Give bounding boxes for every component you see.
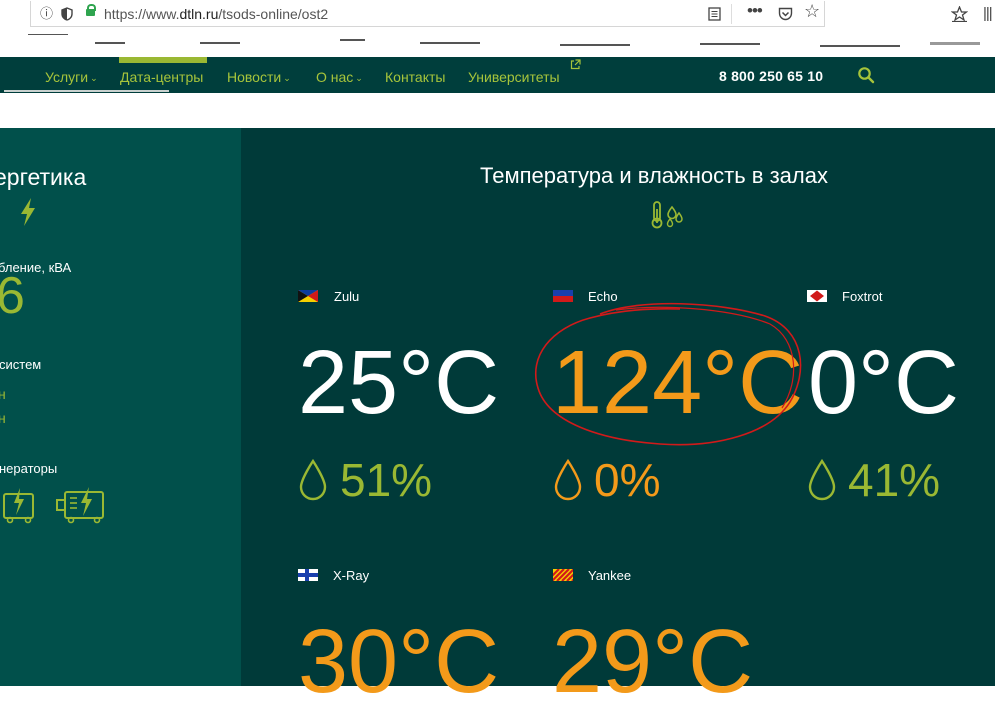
hall-name-zulu: Zulu <box>334 289 360 304</box>
lightning-icon <box>21 198 35 226</box>
hall-name-foxtrot: Foxtrot <box>842 289 883 304</box>
bookmarks-strip <box>0 30 995 57</box>
thermometer-humidity-icon <box>651 201 683 229</box>
hall-name-xray: X-Ray <box>333 568 370 583</box>
consumption-value: 6 <box>0 267 25 325</box>
humidity-zulu: 51% <box>340 454 433 506</box>
info-icon[interactable]: ⓘ <box>40 6 53 22</box>
zulu-flag-icon <box>298 290 318 302</box>
lock-icon <box>86 4 96 16</box>
search-icon[interactable] <box>857 66 875 84</box>
hall-name-echo: Echo <box>588 289 618 304</box>
humidity-drop-icon <box>554 458 582 501</box>
nav-uslugi[interactable]: Услуги ⌄ <box>45 69 98 85</box>
temperature-yankee: 29°C <box>552 612 754 712</box>
humidity-drop-icon <box>299 458 327 501</box>
temperature-foxtrot: 0°C <box>808 333 960 433</box>
chevron-down-icon: ⌄ <box>283 73 291 83</box>
browser-toolbar: ⓘ https://www.dtln.ru/tsods-online/ost2 … <box>0 0 995 30</box>
more-icon[interactable]: ••• <box>747 2 763 19</box>
xray-flag-icon <box>298 569 318 581</box>
nav-about[interactable]: О нас ⌄ <box>316 69 363 85</box>
pocket-icon[interactable] <box>778 7 793 21</box>
temperature-xray: 30°C <box>298 612 500 712</box>
active-nav-indicator <box>119 57 207 63</box>
system-status-1: н <box>0 386 6 402</box>
power-panel-title: ергетика <box>0 164 87 190</box>
echo-flag-icon <box>553 290 573 302</box>
temperature-zulu: 25°C <box>298 333 500 433</box>
page-gap <box>0 90 995 128</box>
yankee-flag-icon <box>553 569 573 581</box>
reader-view-icon[interactable] <box>708 7 721 21</box>
shield-icon[interactable] <box>61 7 73 21</box>
foxtrot-flag-icon <box>807 290 827 302</box>
url-text[interactable]: https://www.dtln.ru/tsods-online/ost2 <box>104 6 328 22</box>
library-icon[interactable] <box>951 6 968 22</box>
chevron-down-icon: ⌄ <box>355 73 363 83</box>
phone-number[interactable]: 8 800 250 65 10 <box>719 68 823 84</box>
temperature-echo: 124°C <box>552 333 804 433</box>
address-bar[interactable]: ⓘ https://www.dtln.ru/tsods-online/ost2 … <box>30 1 825 27</box>
system-status-2: н <box>0 410 6 426</box>
generators-label: нераторы <box>0 461 58 476</box>
humidity-drop-icon <box>808 458 836 501</box>
bookmark-star-icon[interactable]: ☆ <box>804 2 820 20</box>
climate-panel-title: Температура и влажность в залах <box>480 163 828 188</box>
sidebar-icon[interactable]: ||| <box>983 5 993 22</box>
humidity-foxtrot: 41% <box>848 454 941 506</box>
nav-contacts[interactable]: Контакты <box>385 69 445 85</box>
nav-universities[interactable]: Университеты <box>468 69 560 85</box>
nav-news[interactable]: Новости ⌄ <box>227 69 291 85</box>
nav-data-centers[interactable]: Дата-центры <box>120 69 203 85</box>
chevron-down-icon: ⌄ <box>90 73 98 83</box>
external-link-icon <box>570 59 581 70</box>
generator-icon <box>56 487 104 524</box>
generator-icon <box>3 488 34 524</box>
humidity-echo: 0% <box>594 454 661 506</box>
hall-name-yankee: Yankee <box>588 568 632 583</box>
systems-label: систем <box>0 357 42 372</box>
